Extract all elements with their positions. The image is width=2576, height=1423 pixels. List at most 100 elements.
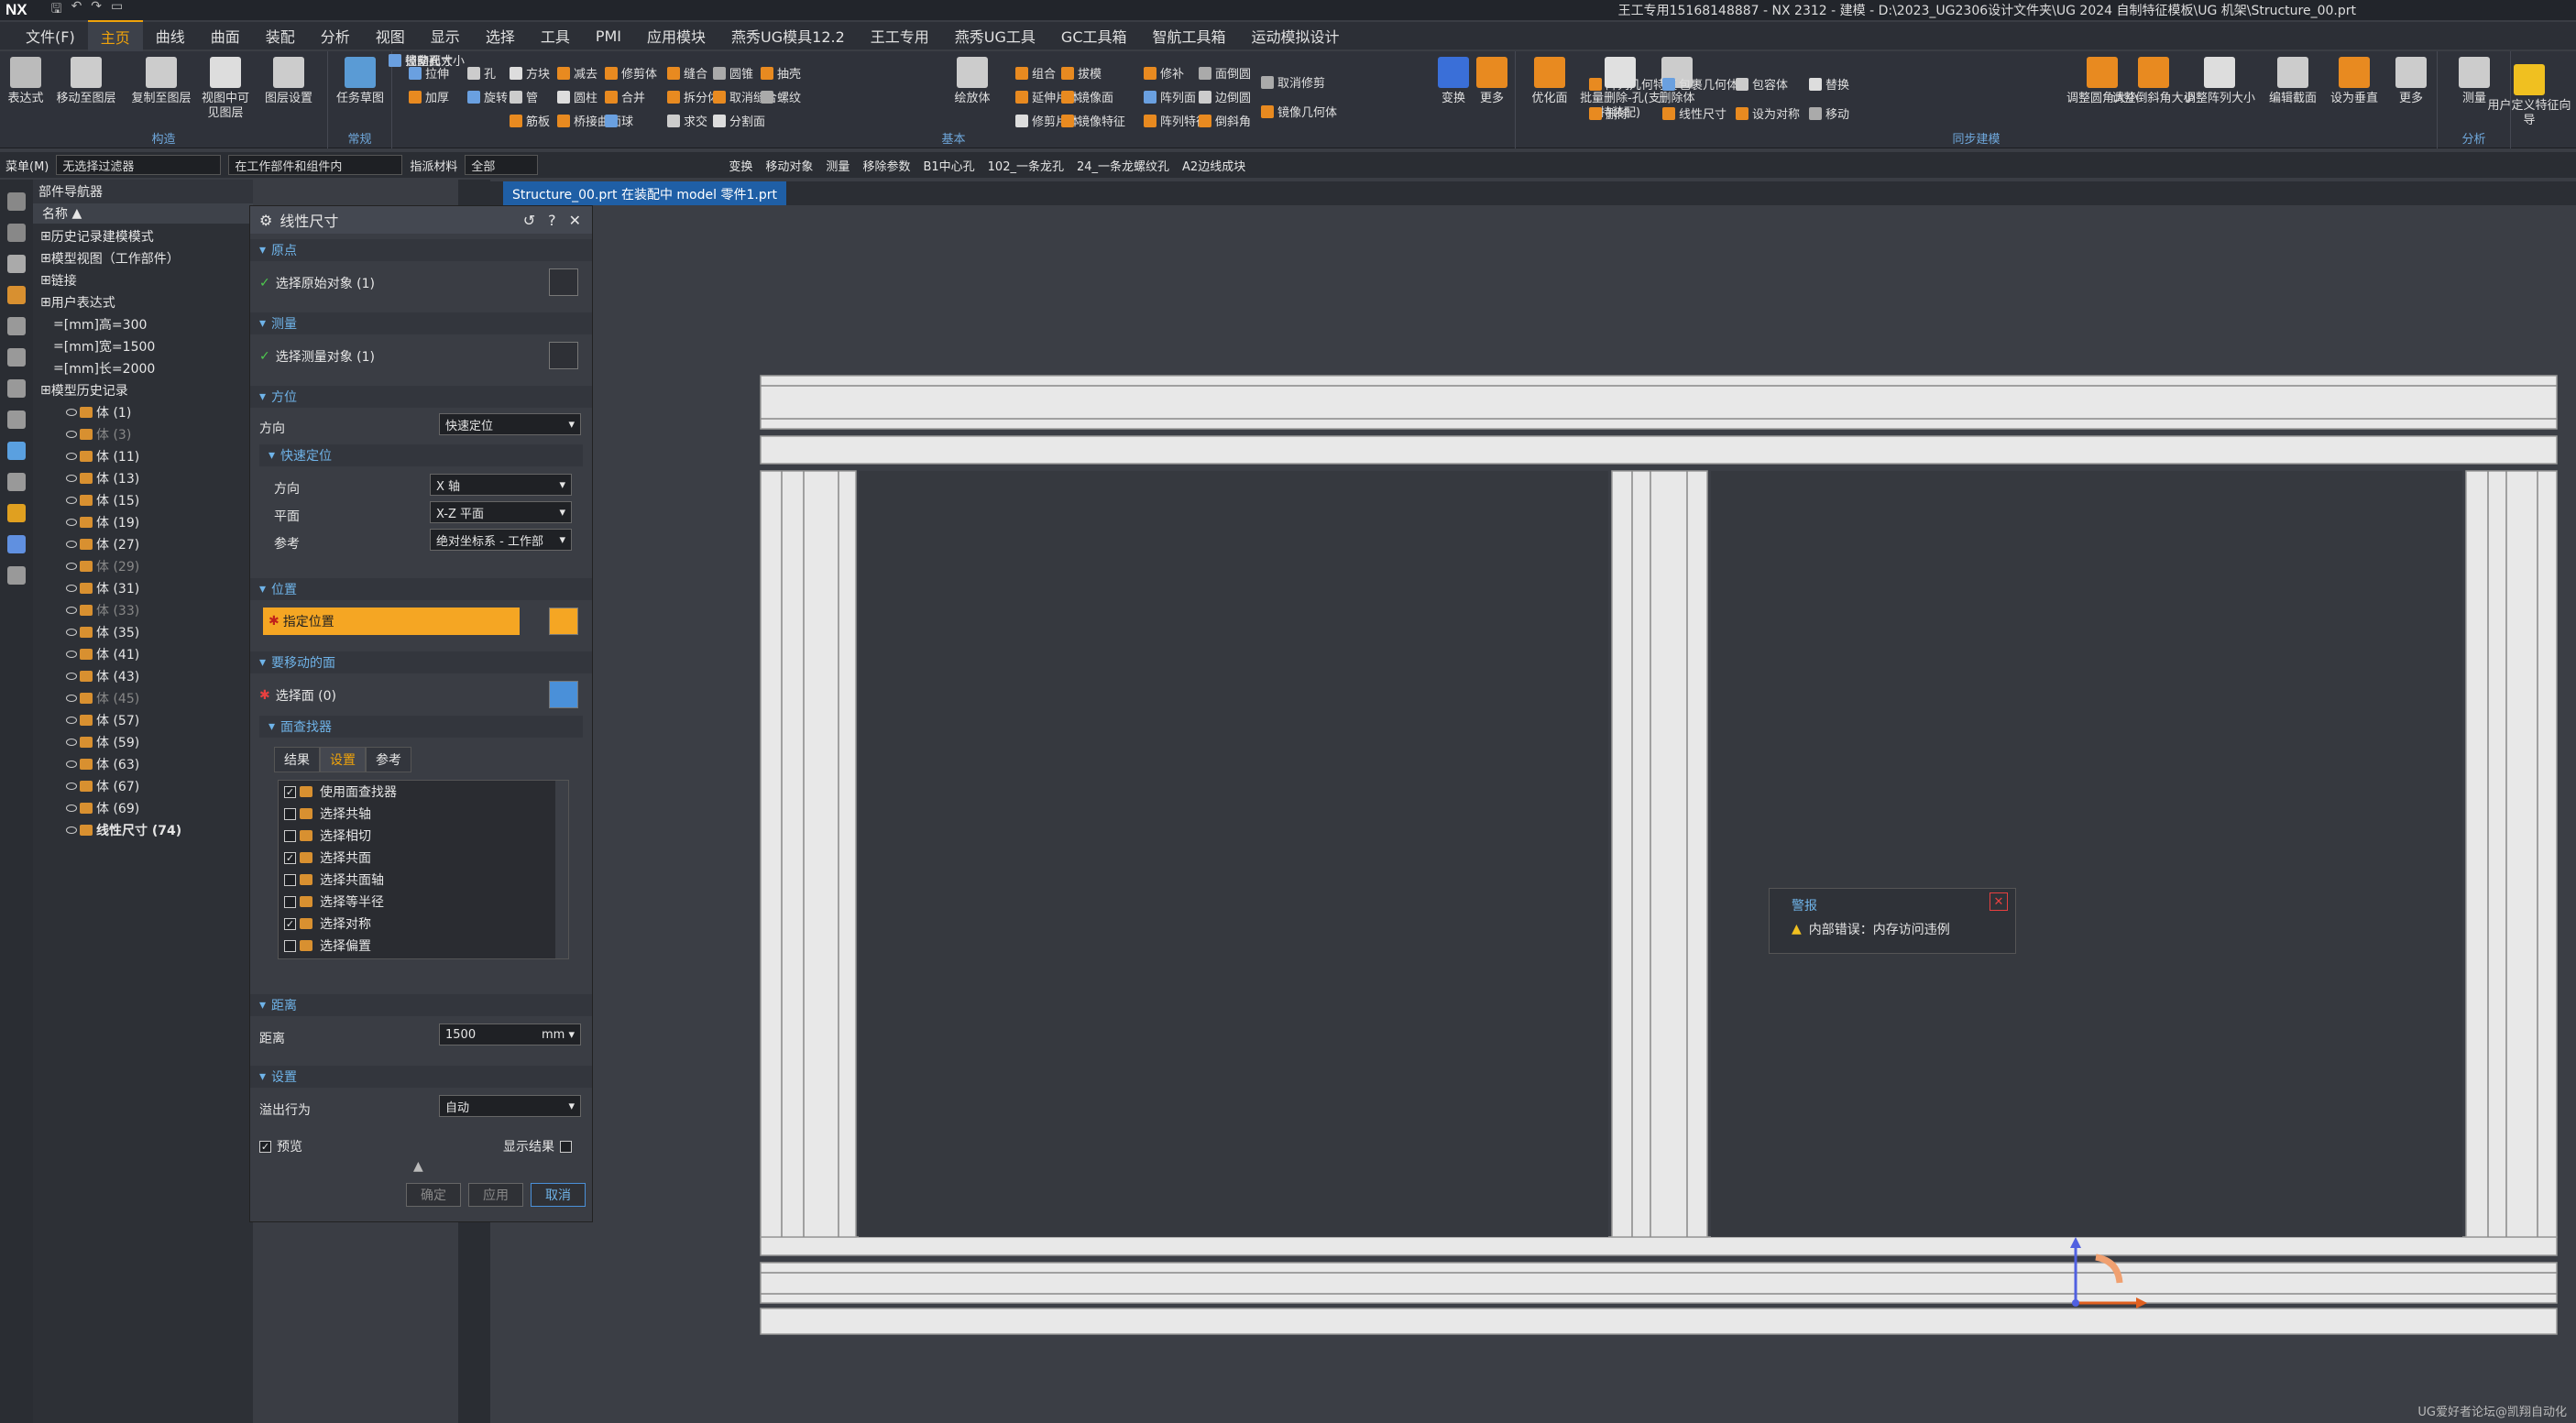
option-checkbox[interactable] <box>284 807 296 820</box>
command-shortcut[interactable]: A2边线成块 <box>1182 157 1245 174</box>
visibility-icon[interactable] <box>66 783 77 790</box>
assembly-nav-icon[interactable] <box>7 224 26 242</box>
tree-node[interactable]: 体 (43) <box>33 665 253 687</box>
ok-button[interactable]: 确定 <box>406 1183 461 1207</box>
menu-tab[interactable]: PMI <box>583 24 634 49</box>
plane-dropdown[interactable]: X-Z 平面 ▾ <box>430 501 572 523</box>
visibility-icon[interactable] <box>66 409 77 416</box>
visibility-icon[interactable] <box>66 431 77 438</box>
ribbon-small-button[interactable]: 球 <box>605 112 633 129</box>
menu-tab[interactable]: 工具 <box>528 21 583 50</box>
ribbon-small-button[interactable]: 拔模 <box>1061 64 1102 82</box>
hd3d-icon[interactable] <box>7 348 26 367</box>
save-icon[interactable]: 🖫 <box>51 0 62 21</box>
edit-section-button[interactable]: 编辑截面 <box>2256 57 2329 106</box>
menu-tab[interactable]: 装配 <box>253 21 308 50</box>
undo-icon[interactable]: ↶ <box>71 0 82 21</box>
visibility-icon[interactable] <box>66 563 77 570</box>
ribbon-small-button[interactable]: 抽壳 <box>761 64 801 82</box>
visibility-icon[interactable] <box>66 826 77 834</box>
expression-button[interactable]: 表达式 <box>4 57 48 106</box>
ribbon-small-button[interactable]: 螺纹 <box>761 88 801 105</box>
visibility-icon[interactable] <box>66 673 77 680</box>
close-icon[interactable]: ✕ <box>569 212 581 229</box>
menu-tab[interactable]: 文件(F) <box>13 21 88 50</box>
command-shortcut[interactable]: 102_一条龙孔 <box>988 157 1064 174</box>
visible-layers-button[interactable]: 视图中可见图层 <box>198 57 253 121</box>
tree-node[interactable]: = [mm]宽=1500 <box>33 335 253 357</box>
ribbon-small-button[interactable]: 加厚 <box>409 88 449 105</box>
collapse-icon[interactable]: ▲ <box>413 1159 423 1174</box>
face-finder-option[interactable]: 选择共轴 <box>279 803 568 825</box>
roles-icon[interactable] <box>7 442 26 460</box>
ribbon-small-button[interactable]: 圆柱 <box>557 88 597 105</box>
graphics-window[interactable]: 警报 ▲ 内部错误：内存访问违例 ✕ <box>490 205 2576 1423</box>
tree-node[interactable]: 体 (67) <box>33 775 253 797</box>
ribbon-small-button[interactable]: 镜像特征 <box>1061 112 1125 129</box>
ribbon-small-button[interactable]: 移动 <box>1809 104 1849 122</box>
face-pick-button[interactable] <box>549 681 578 708</box>
face-finder-option[interactable]: ✓ 使用面查找器 <box>279 781 568 803</box>
visibility-icon[interactable] <box>66 475 77 482</box>
ribbon-small-button[interactable]: 孔 <box>467 64 496 82</box>
tree-node[interactable]: ⊞ 历史记录建模模式 <box>33 225 253 247</box>
tree-node[interactable]: 体 (69) <box>33 797 253 819</box>
command-shortcut[interactable]: 变换 <box>729 157 752 174</box>
select-measure-object[interactable]: 选择测量对象 (1) <box>276 347 375 366</box>
ribbon-small-button[interactable]: 筋板 <box>510 112 550 129</box>
ribbon-small-button[interactable]: 调整孔大小 <box>389 51 465 69</box>
assign-material[interactable]: 指派材料 <box>410 157 457 174</box>
face-finder-option[interactable]: 选择偏置 <box>279 935 568 957</box>
tree-node[interactable]: 体 (59) <box>33 731 253 753</box>
section-orientation[interactable]: ▾ 方位 <box>250 386 592 408</box>
command-shortcut[interactable]: 测量 <box>826 157 850 174</box>
menu-tab[interactable]: 主页 <box>87 20 143 51</box>
command-shortcut[interactable]: 移动对象 <box>765 157 813 174</box>
menu-tab[interactable]: 分析 <box>308 21 363 50</box>
tree-node[interactable]: 体 (19) <box>33 511 253 533</box>
visibility-icon[interactable] <box>66 695 77 702</box>
reference-dropdown[interactable]: 绝对坐标系 - 工作部 ▾ <box>430 529 572 551</box>
ribbon-small-button[interactable]: 设为对称 <box>1736 104 1800 122</box>
window-icon[interactable]: ▭ <box>111 0 123 21</box>
select-origin-object[interactable]: 选择原始对象 (1) <box>276 274 375 292</box>
point-dialog-button[interactable] <box>549 608 578 635</box>
section-distance[interactable]: ▾ 距离 <box>250 994 592 1016</box>
make-perpendicular-button[interactable]: 设为垂直 <box>2322 57 2386 106</box>
option-checkbox[interactable] <box>284 829 296 842</box>
visibility-icon[interactable] <box>66 607 77 614</box>
tree-node[interactable]: 体 (1) <box>33 401 253 423</box>
help-icon[interactable]: ? <box>548 212 556 229</box>
measure-pick-button[interactable] <box>549 342 578 369</box>
selection-filter[interactable]: 无选择过滤器 <box>56 155 222 175</box>
alert-close-button[interactable]: ✕ <box>1990 892 2008 911</box>
palette-icon[interactable] <box>7 504 26 522</box>
optimize-face-button[interactable]: 优化面 <box>1527 57 1573 106</box>
expand-icon[interactable]: ⊞ <box>40 273 51 288</box>
option-checkbox[interactable] <box>284 873 296 886</box>
history-icon[interactable] <box>7 410 26 429</box>
face-finder-option[interactable]: ✓ 选择共面 <box>279 847 568 869</box>
udf-wizard-button[interactable]: 用户定义特征向导 <box>2485 64 2573 128</box>
show-result-button[interactable] <box>560 1140 572 1153</box>
ribbon-small-button[interactable]: 合并 <box>605 88 645 105</box>
origin-pick-button[interactable] <box>549 268 578 296</box>
tree-node[interactable]: 体 (31) <box>33 577 253 599</box>
visibility-icon[interactable] <box>66 717 77 724</box>
face-finder-option[interactable]: 选择等半径 <box>279 891 568 913</box>
constraint-nav-icon[interactable] <box>7 255 26 273</box>
ribbon-small-button[interactable]: 阵列面 <box>1144 88 1196 105</box>
visibility-icon[interactable] <box>66 761 77 768</box>
visibility-icon[interactable] <box>66 739 77 746</box>
tree-node[interactable]: 体 (45) <box>33 687 253 709</box>
menu-button[interactable]: 菜单(M) <box>5 157 49 174</box>
preview-checkbox[interactable]: ✓ <box>259 1140 271 1153</box>
option-checkbox[interactable] <box>284 895 296 908</box>
ribbon-small-button[interactable]: 分割面 <box>713 112 765 129</box>
axis-dropdown[interactable]: X 轴 ▾ <box>430 474 572 496</box>
face-finder-option[interactable]: 选择共面轴 <box>279 869 568 891</box>
visibility-icon[interactable] <box>66 453 77 460</box>
menu-tab[interactable]: 曲面 <box>198 21 253 50</box>
tree-node[interactable]: 体 (11) <box>33 445 253 467</box>
web-browser-icon[interactable] <box>7 379 26 398</box>
